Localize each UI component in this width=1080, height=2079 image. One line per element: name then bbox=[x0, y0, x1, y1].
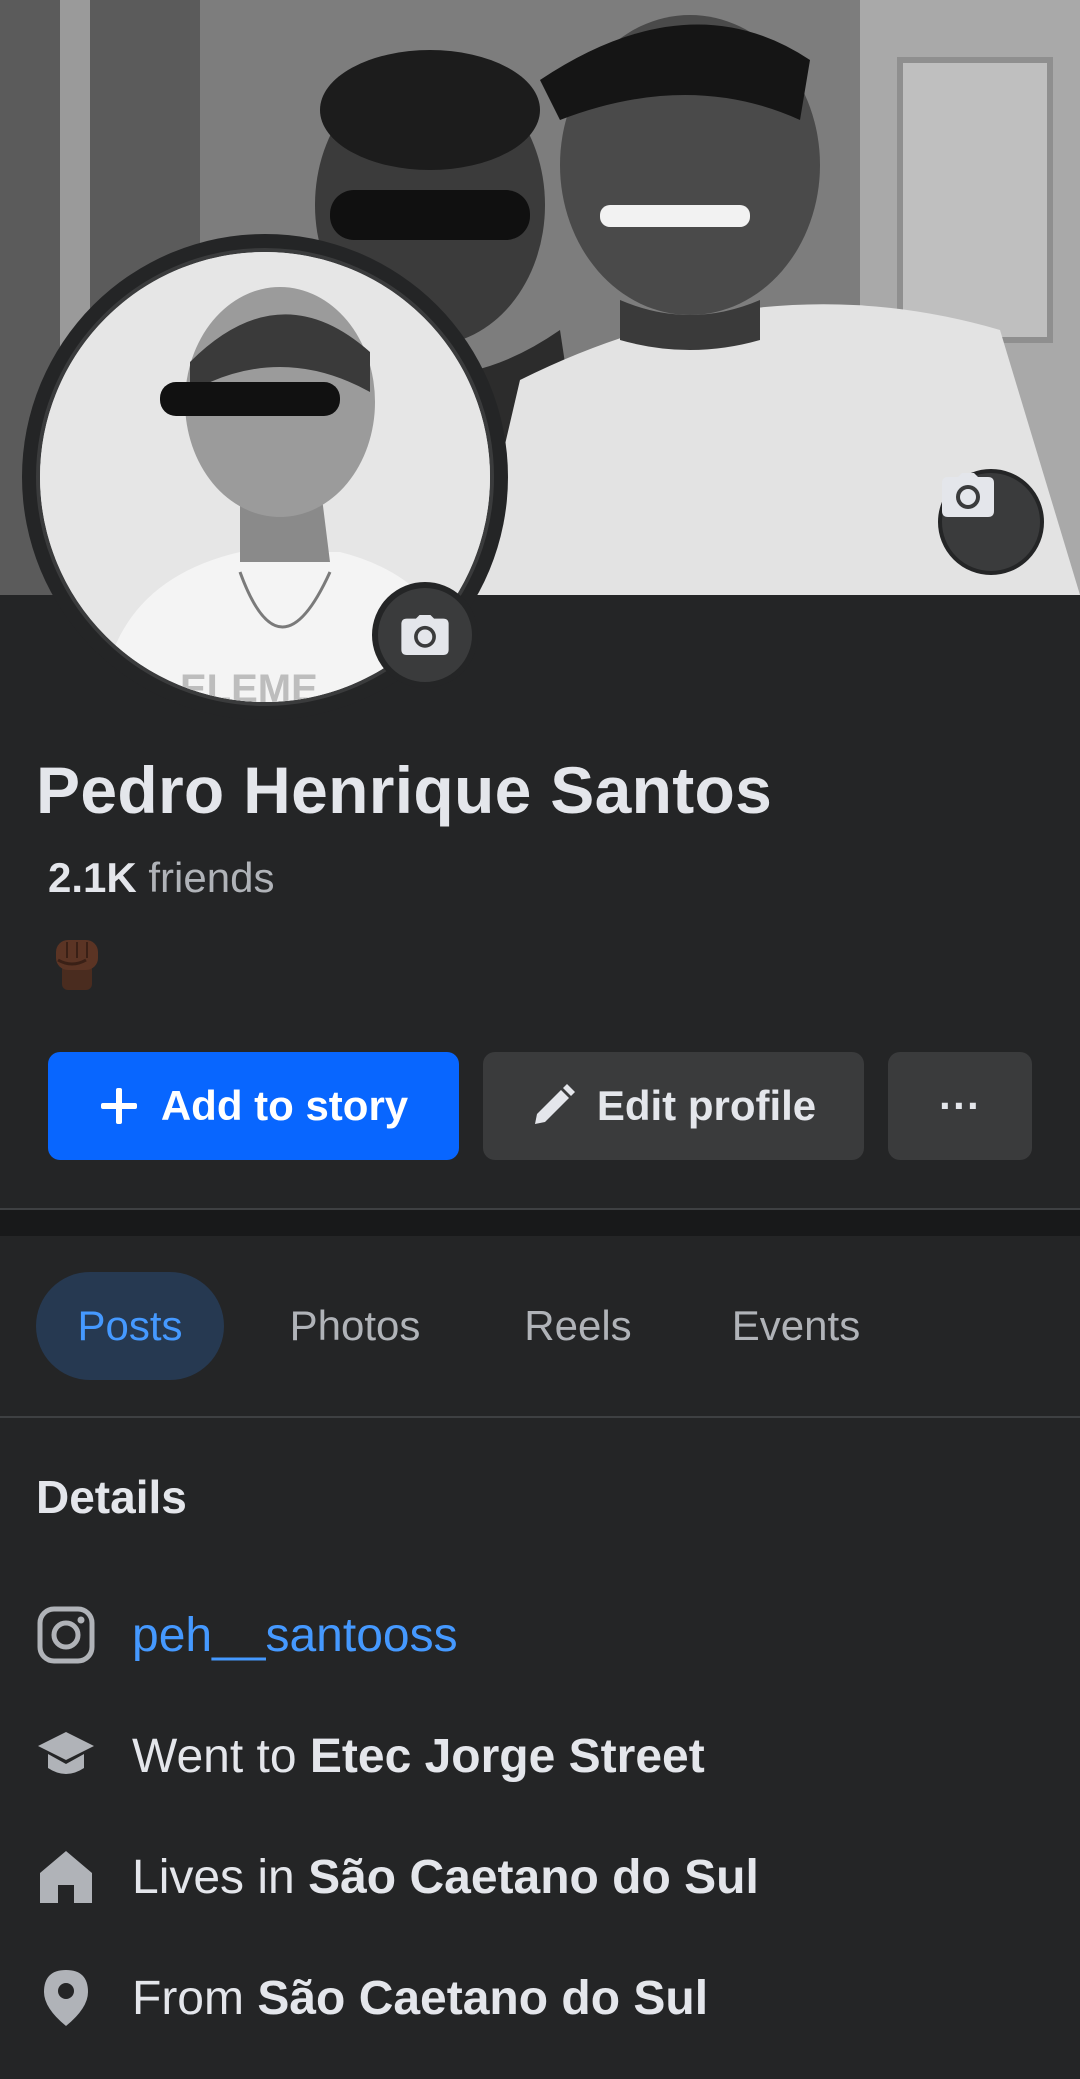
school-name[interactable]: Etec Jorge Street bbox=[310, 1729, 705, 1784]
detail-school: Went to Etec Jorge Street bbox=[36, 1721, 705, 1791]
add-to-story-button[interactable]: Add to story bbox=[48, 1052, 459, 1160]
tabs-divider bbox=[0, 1416, 1080, 1418]
camera-icon bbox=[942, 473, 994, 517]
detail-lives-in: Lives in São Caetano do Sul bbox=[36, 1842, 759, 1912]
graduation-cap-icon bbox=[36, 1726, 96, 1786]
from-city[interactable]: São Caetano do Sul bbox=[257, 1971, 708, 2026]
more-options-button[interactable]: ··· bbox=[888, 1052, 1032, 1160]
friends-count[interactable]: 2.1K friends bbox=[48, 854, 274, 902]
from-prefix: From bbox=[132, 1971, 244, 2025]
instagram-handle-link[interactable]: peh__santooss bbox=[132, 1608, 458, 1663]
location-pin-icon bbox=[36, 1968, 96, 2028]
add-to-story-label: Add to story bbox=[160, 1082, 409, 1129]
profile-screen: ELEME Pedro Henrique Santos 2.1K friends… bbox=[0, 0, 1080, 2079]
section-divider bbox=[0, 1210, 1080, 1236]
school-prefix: Went to bbox=[132, 1729, 297, 1783]
edit-profile-label: Edit profile bbox=[596, 1082, 817, 1129]
profile-name: Pedro Henrique Santos bbox=[36, 753, 773, 827]
lives-prefix: Lives in bbox=[132, 1850, 295, 1904]
friends-number: 2.1K bbox=[48, 854, 137, 901]
lives-city[interactable]: São Caetano do Sul bbox=[308, 1850, 759, 1905]
camera-icon bbox=[401, 615, 449, 655]
instagram-icon bbox=[36, 1605, 96, 1665]
pencil-icon bbox=[531, 1084, 575, 1128]
cover-camera-button[interactable] bbox=[938, 469, 1044, 575]
tab-posts[interactable]: Posts bbox=[36, 1272, 224, 1380]
more-options-label: ··· bbox=[939, 1082, 981, 1129]
tab-reels[interactable]: Reels bbox=[496, 1272, 660, 1380]
friends-label: friends bbox=[148, 854, 275, 901]
tab-photos[interactable]: Photos bbox=[262, 1272, 448, 1380]
tab-events[interactable]: Events bbox=[706, 1272, 886, 1380]
plus-icon bbox=[99, 1086, 139, 1126]
profile-camera-button[interactable] bbox=[372, 582, 478, 688]
svg-text:ELEME: ELEME bbox=[180, 667, 318, 706]
raised-fist-emoji bbox=[56, 940, 98, 990]
edit-profile-button[interactable]: Edit profile bbox=[483, 1052, 864, 1160]
details-title: Details bbox=[36, 1471, 187, 1523]
detail-from: From São Caetano do Sul bbox=[36, 1963, 708, 2033]
profile-tabs: Posts Photos Reels Events bbox=[0, 1236, 1080, 1416]
detail-instagram[interactable]: peh__santooss bbox=[36, 1600, 458, 1670]
home-icon bbox=[36, 1847, 96, 1907]
